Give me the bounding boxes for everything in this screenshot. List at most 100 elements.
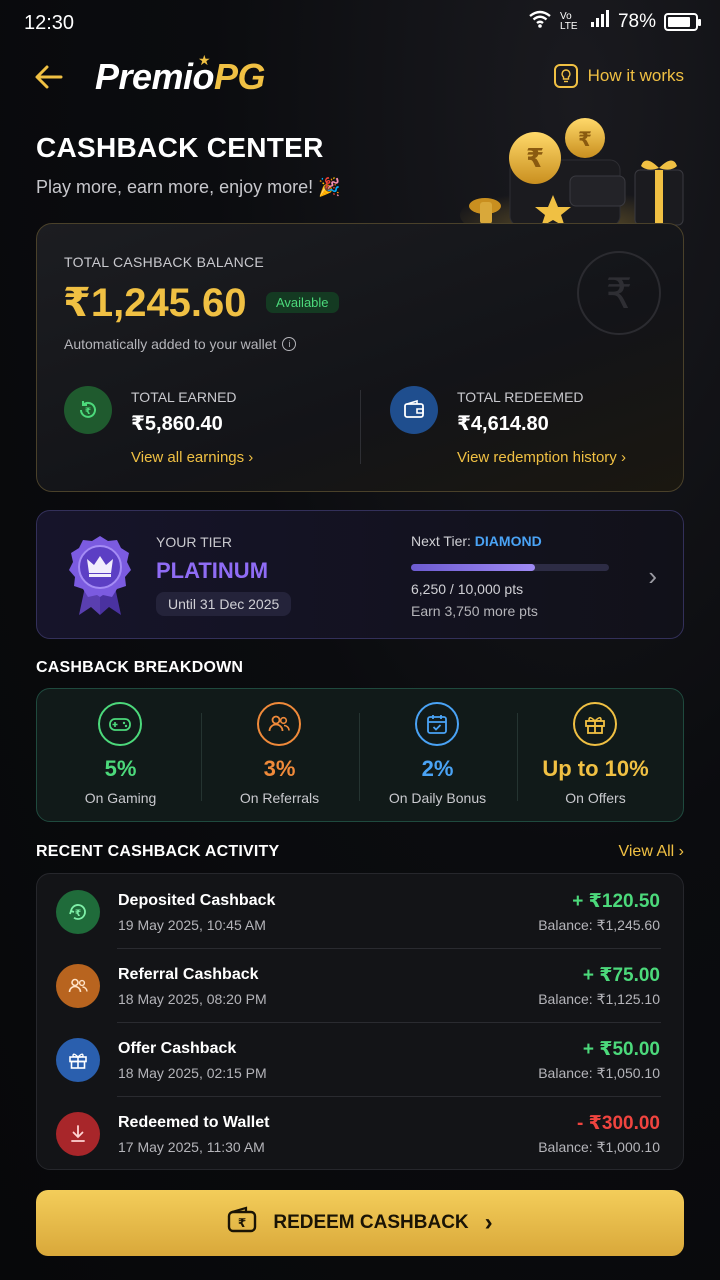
cashback-balance-card: TOTAL CASHBACK BALANCE ₹1,245.60 Availab… — [36, 223, 684, 492]
svg-text:₹: ₹ — [85, 406, 91, 416]
lightbulb-icon — [553, 64, 578, 88]
activity-date: 19 May 2025, 10:45 AM — [118, 917, 266, 933]
activity-amount: + ₹50.00 — [582, 1039, 660, 1060]
status-bar: 12:30 Vo LTE 78% — [0, 0, 720, 46]
tier-card[interactable]: YOUR TIER PLATINUM Until 31 Dec 2025 Nex… — [36, 510, 684, 639]
status-time: 12:30 — [24, 12, 75, 34]
referrals-label: On Referrals — [239, 790, 320, 806]
battery-percent: 78% — [617, 11, 656, 32]
wifi-icon — [528, 10, 552, 34]
download-icon — [56, 1112, 100, 1156]
gift-icon — [573, 702, 617, 746]
tier-progress-fill — [411, 564, 535, 571]
tier-expiry-pill: Until 31 Dec 2025 — [156, 592, 292, 616]
stat-divider — [360, 390, 361, 464]
activity-amount: + ₹120.50 — [572, 891, 660, 912]
breakdown-offers: Up to 10% On Offers — [517, 689, 674, 823]
logo-pg: PG — [214, 56, 266, 97]
next-tier-line: Next Tier: DIAMOND — [411, 533, 542, 549]
activity-balance: Balance: ₹1,245.60 — [538, 917, 660, 933]
svg-text:₹: ₹ — [578, 129, 592, 151]
page-subtitle: Play more, earn more, enjoy more! 🎉 — [36, 177, 341, 197]
auto-added-text: Automatically added to your wallet — [64, 336, 277, 352]
auto-added-note: Automatically added to your wallet i — [64, 336, 297, 352]
activity-title: RECENT CASHBACK ACTIVITY — [36, 843, 280, 860]
gaming-label: On Gaming — [84, 790, 157, 806]
crown-badge-icon — [67, 535, 133, 617]
status-icons: Vo LTE 78% — [528, 10, 701, 34]
breakdown-gaming: 5% On Gaming — [42, 689, 199, 823]
app-logo: PremioPG ★ — [95, 52, 266, 98]
tier-label: YOUR TIER — [156, 534, 232, 550]
recent-activity-list: ₹ Deposited Cashback 19 May 2025, 10:45 … — [36, 873, 684, 1170]
view-redemption-history-link[interactable]: View redemption history › — [457, 449, 626, 466]
signal-icon — [590, 10, 610, 34]
activity-balance: Balance: ₹1,125.10 — [538, 991, 660, 1007]
available-badge: Available — [266, 292, 339, 313]
battery-icon — [664, 13, 701, 31]
activity-row[interactable]: Referral Cashback 18 May 2025, 08:20 PM … — [37, 948, 685, 1022]
offers-percent: Up to 10% — [542, 756, 649, 781]
tier-progress-bar — [411, 564, 609, 571]
balance-label: TOTAL CASHBACK BALANCE — [64, 254, 265, 270]
offers-label: On Offers — [565, 790, 626, 806]
total-redeemed-label: TOTAL REDEEMED — [457, 389, 584, 405]
chevron-right-icon: › — [648, 561, 657, 591]
activity-title: Referral Cashback — [118, 966, 259, 983]
wallet-coins-illustration: ₹ ₹ — [460, 110, 690, 245]
breakdown-title: CASHBACK BREAKDOWN — [36, 659, 244, 676]
gift-icon — [56, 1038, 100, 1082]
activity-date: 18 May 2025, 02:15 PM — [118, 1065, 267, 1081]
view-all-earnings-link[interactable]: View all earnings › — [131, 449, 253, 466]
back-arrow-icon[interactable] — [34, 62, 64, 92]
cashback-breakdown-card: 5% On Gaming 3% On Referrals 2% On Daily… — [36, 688, 684, 822]
svg-text:₹: ₹ — [238, 1216, 246, 1230]
how-it-works-label: How it works — [587, 66, 684, 85]
breakdown-daily-bonus: 2% On Daily Bonus — [359, 689, 516, 823]
tier-earn-more: Earn 3,750 more pts — [411, 603, 538, 619]
activity-title: Offer Cashback — [118, 1040, 237, 1057]
next-tier-label: Next Tier: — [411, 533, 475, 549]
activity-title: Redeemed to Wallet — [118, 1114, 270, 1131]
view-all-link[interactable]: View All › — [618, 843, 684, 861]
how-it-works-link[interactable]: How it works — [553, 64, 684, 88]
total-redeemed-value: ₹4,614.80 — [457, 413, 549, 435]
tier-points: 6,250 / 10,000 pts — [411, 581, 524, 597]
breakdown-referrals: 3% On Referrals — [201, 689, 358, 823]
activity-row[interactable]: Offer Cashback 18 May 2025, 02:15 PM + ₹… — [37, 1022, 685, 1096]
deposit-cashback-icon: ₹ — [56, 890, 100, 934]
total-earned-value: ₹5,860.40 — [131, 413, 223, 435]
rupee-icon: ₹ — [577, 251, 661, 335]
activity-date: 18 May 2025, 08:20 PM — [118, 991, 267, 1007]
redeem-cashback-label: REDEEM CASHBACK — [273, 1212, 469, 1233]
next-tier-name: DIAMOND — [474, 533, 542, 549]
activity-row[interactable]: Redeemed to Wallet 17 May 2025, 11:30 AM… — [37, 1096, 685, 1170]
activity-balance: Balance: ₹1,050.10 — [538, 1065, 660, 1081]
activity-amount: - ₹300.00 — [577, 1113, 660, 1134]
chevron-right-icon: › — [484, 1209, 493, 1236]
gaming-percent: 5% — [104, 756, 137, 781]
referrals-percent: 3% — [263, 756, 296, 781]
activity-amount: + ₹75.00 — [582, 965, 660, 986]
activity-balance: Balance: ₹1,000.10 — [538, 1139, 660, 1155]
activity-date: 17 May 2025, 11:30 AM — [118, 1139, 265, 1155]
total-earned-label: TOTAL EARNED — [131, 389, 237, 405]
volte-label: Vo LTE — [559, 11, 578, 32]
redeem-cashback-button[interactable]: ₹ REDEEM CASHBACK › — [36, 1190, 684, 1256]
logo-premio: Premio — [95, 56, 215, 97]
calendar-check-icon — [415, 702, 459, 746]
star-icon: ★ — [198, 52, 211, 68]
gamepad-icon — [98, 702, 142, 746]
daily-bonus-percent: 2% — [421, 756, 454, 781]
wallet-icon — [390, 386, 438, 434]
info-icon[interactable]: i — [282, 337, 297, 351]
app-header: PremioPG ★ How it works — [0, 52, 720, 102]
earned-refresh-icon: ₹ — [64, 386, 112, 434]
wallet-icon: ₹ — [227, 1206, 257, 1240]
activity-row[interactable]: ₹ Deposited Cashback 19 May 2025, 10:45 … — [37, 874, 685, 948]
tier-name: PLATINUM — [156, 558, 269, 583]
daily-bonus-label: On Daily Bonus — [388, 790, 487, 806]
activity-title: Deposited Cashback — [118, 892, 276, 909]
users-icon — [257, 702, 301, 746]
svg-text:₹: ₹ — [75, 908, 81, 918]
